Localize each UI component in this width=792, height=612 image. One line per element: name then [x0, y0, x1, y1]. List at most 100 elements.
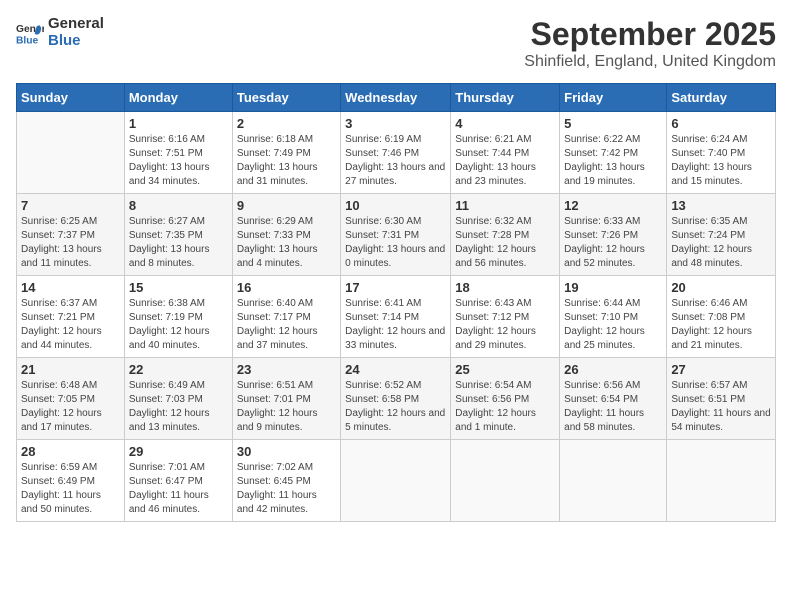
week-row-5: 28Sunrise: 6:59 AMSunset: 6:49 PMDayligh…	[17, 440, 776, 522]
day-info: Sunrise: 6:33 AMSunset: 7:26 PMDaylight:…	[564, 215, 662, 271]
calendar-cell: 16 Sunrise: 6:40 AMSunset: 7:17 PMDayligh…	[232, 276, 340, 358]
day-info: Sunrise: 6:25 AMSunset: 7:37 PMDaylight:…	[21, 215, 120, 271]
day-info: Sunrise: 6:19 AMSunset: 7:46 PMDaylight:…	[345, 133, 446, 189]
calendar-cell: 9Sunrise: 6:29 AMSunset: 7:33 PMDaylight…	[232, 194, 340, 276]
day-info: Sunrise: 6:21 AMSunset: 7:44 PMDaylight:…	[455, 133, 555, 189]
day-number: 25	[455, 362, 555, 377]
day-info: Sunrise: 6:54 AMSunset: 6:56 PMDaylight:…	[455, 379, 555, 435]
day-info: Sunrise: 6:27 AMSunset: 7:35 PMDaylight:…	[129, 215, 228, 271]
page-container: General Blue General Blue September 2025…	[0, 0, 792, 530]
day-info: Sunrise: 6:37 AMSunset: 7:21 PMDaylight:…	[21, 297, 120, 353]
day-header-saturday: Saturday	[667, 84, 776, 112]
calendar-cell	[451, 440, 560, 522]
day-info: Sunrise: 6:56 AMSunset: 6:54 PMDaylight:…	[564, 379, 662, 435]
logo: General Blue General Blue	[16, 16, 104, 49]
day-info: Sunrise: 6:18 AMSunset: 7:49 PMDaylight:…	[237, 133, 336, 189]
day-number: 21	[21, 362, 120, 377]
title-area: September 2025 Shinfield, England, Unite…	[524, 16, 776, 71]
calendar-cell: 3 Sunrise: 6:19 AMSunset: 7:46 PMDaylight…	[341, 112, 451, 194]
calendar-cell: 15 Sunrise: 6:38 AMSunset: 7:19 PMDayligh…	[124, 276, 232, 358]
calendar-cell: 13Sunrise: 6:35 AMSunset: 7:24 PMDayligh…	[667, 194, 776, 276]
day-header-friday: Friday	[560, 84, 667, 112]
day-number: 12	[564, 198, 662, 213]
calendar-cell: 28Sunrise: 6:59 AMSunset: 6:49 PMDayligh…	[17, 440, 125, 522]
day-info: Sunrise: 7:02 AMSunset: 6:45 PMDaylight:…	[237, 461, 336, 517]
calendar-cell	[341, 440, 451, 522]
day-number: 24	[345, 362, 446, 377]
day-info: Sunrise: 6:49 AMSunset: 7:03 PMDaylight:…	[129, 379, 228, 435]
day-header-tuesday: Tuesday	[232, 84, 340, 112]
calendar-cell: 10 Sunrise: 6:30 AMSunset: 7:31 PMDayligh…	[341, 194, 451, 276]
day-number: 10	[345, 198, 446, 213]
day-info: Sunrise: 6:24 AMSunset: 7:40 PMDaylight:…	[671, 133, 771, 189]
calendar-cell: 27 Sunrise: 6:57 AMSunset: 6:51 PMDayligh…	[667, 358, 776, 440]
logo-icon: General Blue	[16, 19, 44, 47]
week-row-1: 1Sunrise: 6:16 AMSunset: 7:51 PMDaylight…	[17, 112, 776, 194]
day-info: Sunrise: 7:01 AMSunset: 6:47 PMDaylight:…	[129, 461, 228, 517]
day-info: Sunrise: 6:30 AMSunset: 7:31 PMDaylight:…	[345, 215, 446, 271]
svg-text:Blue: Blue	[16, 35, 39, 46]
day-info: Sunrise: 6:22 AMSunset: 7:42 PMDaylight:…	[564, 133, 662, 189]
logo-blue: Blue	[48, 33, 104, 50]
calendar-cell: 24 Sunrise: 6:52 AMSunset: 6:58 PMDayligh…	[341, 358, 451, 440]
day-number: 7	[21, 198, 120, 213]
calendar-cell: 26Sunrise: 6:56 AMSunset: 6:54 PMDayligh…	[560, 358, 667, 440]
day-number: 28	[21, 444, 120, 459]
calendar-cell: 14 Sunrise: 6:37 AMSunset: 7:21 PMDayligh…	[17, 276, 125, 358]
day-info: Sunrise: 6:40 AMSunset: 7:17 PMDaylight:…	[237, 297, 336, 353]
day-header-monday: Monday	[124, 84, 232, 112]
day-number: 5	[564, 116, 662, 131]
day-number: 14	[21, 280, 120, 295]
week-row-2: 7 Sunrise: 6:25 AMSunset: 7:37 PMDaylight…	[17, 194, 776, 276]
day-info: Sunrise: 6:44 AMSunset: 7:10 PMDaylight:…	[564, 297, 662, 353]
day-info: Sunrise: 6:38 AMSunset: 7:19 PMDaylight:…	[129, 297, 228, 353]
day-info: Sunrise: 6:51 AMSunset: 7:01 PMDaylight:…	[237, 379, 336, 435]
week-row-3: 14 Sunrise: 6:37 AMSunset: 7:21 PMDayligh…	[17, 276, 776, 358]
day-header-sunday: Sunday	[17, 84, 125, 112]
calendar-cell: 5 Sunrise: 6:22 AMSunset: 7:42 PMDaylight…	[560, 112, 667, 194]
header-row: SundayMondayTuesdayWednesdayThursdayFrid…	[17, 84, 776, 112]
calendar-cell: 21Sunrise: 6:48 AMSunset: 7:05 PMDayligh…	[17, 358, 125, 440]
day-info: Sunrise: 6:35 AMSunset: 7:24 PMDaylight:…	[671, 215, 771, 271]
day-info: Sunrise: 6:46 AMSunset: 7:08 PMDaylight:…	[671, 297, 771, 353]
calendar-cell: 2Sunrise: 6:18 AMSunset: 7:49 PMDaylight…	[232, 112, 340, 194]
day-info: Sunrise: 6:29 AMSunset: 7:33 PMDaylight:…	[237, 215, 336, 271]
day-number: 16	[237, 280, 336, 295]
calendar-cell: 4Sunrise: 6:21 AMSunset: 7:44 PMDaylight…	[451, 112, 560, 194]
month-title: September 2025	[524, 16, 776, 53]
day-number: 11	[455, 198, 555, 213]
day-number: 8	[129, 198, 228, 213]
day-number: 29	[129, 444, 228, 459]
day-number: 27	[671, 362, 771, 377]
day-header-wednesday: Wednesday	[341, 84, 451, 112]
calendar-cell: 12 Sunrise: 6:33 AMSunset: 7:26 PMDayligh…	[560, 194, 667, 276]
day-number: 15	[129, 280, 228, 295]
calendar-cell: 1Sunrise: 6:16 AMSunset: 7:51 PMDaylight…	[124, 112, 232, 194]
calendar-cell: 30Sunrise: 7:02 AMSunset: 6:45 PMDayligh…	[232, 440, 340, 522]
calendar-cell: 23Sunrise: 6:51 AMSunset: 7:01 PMDayligh…	[232, 358, 340, 440]
day-number: 22	[129, 362, 228, 377]
day-header-thursday: Thursday	[451, 84, 560, 112]
calendar-cell: 22 Sunrise: 6:49 AMSunset: 7:03 PMDayligh…	[124, 358, 232, 440]
calendar-cell	[560, 440, 667, 522]
calendar-cell: 17 Sunrise: 6:41 AMSunset: 7:14 PMDayligh…	[341, 276, 451, 358]
day-info: Sunrise: 6:41 AMSunset: 7:14 PMDaylight:…	[345, 297, 446, 353]
day-info: Sunrise: 6:32 AMSunset: 7:28 PMDaylight:…	[455, 215, 555, 271]
calendar-cell	[667, 440, 776, 522]
calendar-cell: 29 Sunrise: 7:01 AMSunset: 6:47 PMDayligh…	[124, 440, 232, 522]
day-info: Sunrise: 6:52 AMSunset: 6:58 PMDaylight:…	[345, 379, 446, 435]
day-number: 20	[671, 280, 771, 295]
day-number: 1	[129, 116, 228, 131]
day-number: 6	[671, 116, 771, 131]
calendar-cell: 19Sunrise: 6:44 AMSunset: 7:10 PMDayligh…	[560, 276, 667, 358]
location-title: Shinfield, England, United Kingdom	[524, 53, 776, 71]
day-number: 18	[455, 280, 555, 295]
calendar-cell: 7 Sunrise: 6:25 AMSunset: 7:37 PMDaylight…	[17, 194, 125, 276]
day-info: Sunrise: 6:43 AMSunset: 7:12 PMDaylight:…	[455, 297, 555, 353]
calendar-cell: 6 Sunrise: 6:24 AMSunset: 7:40 PMDaylight…	[667, 112, 776, 194]
calendar-cell: 11 Sunrise: 6:32 AMSunset: 7:28 PMDayligh…	[451, 194, 560, 276]
day-number: 17	[345, 280, 446, 295]
day-number: 3	[345, 116, 446, 131]
calendar-cell: 8 Sunrise: 6:27 AMSunset: 7:35 PMDaylight…	[124, 194, 232, 276]
day-info: Sunrise: 6:57 AMSunset: 6:51 PMDaylight:…	[671, 379, 771, 435]
